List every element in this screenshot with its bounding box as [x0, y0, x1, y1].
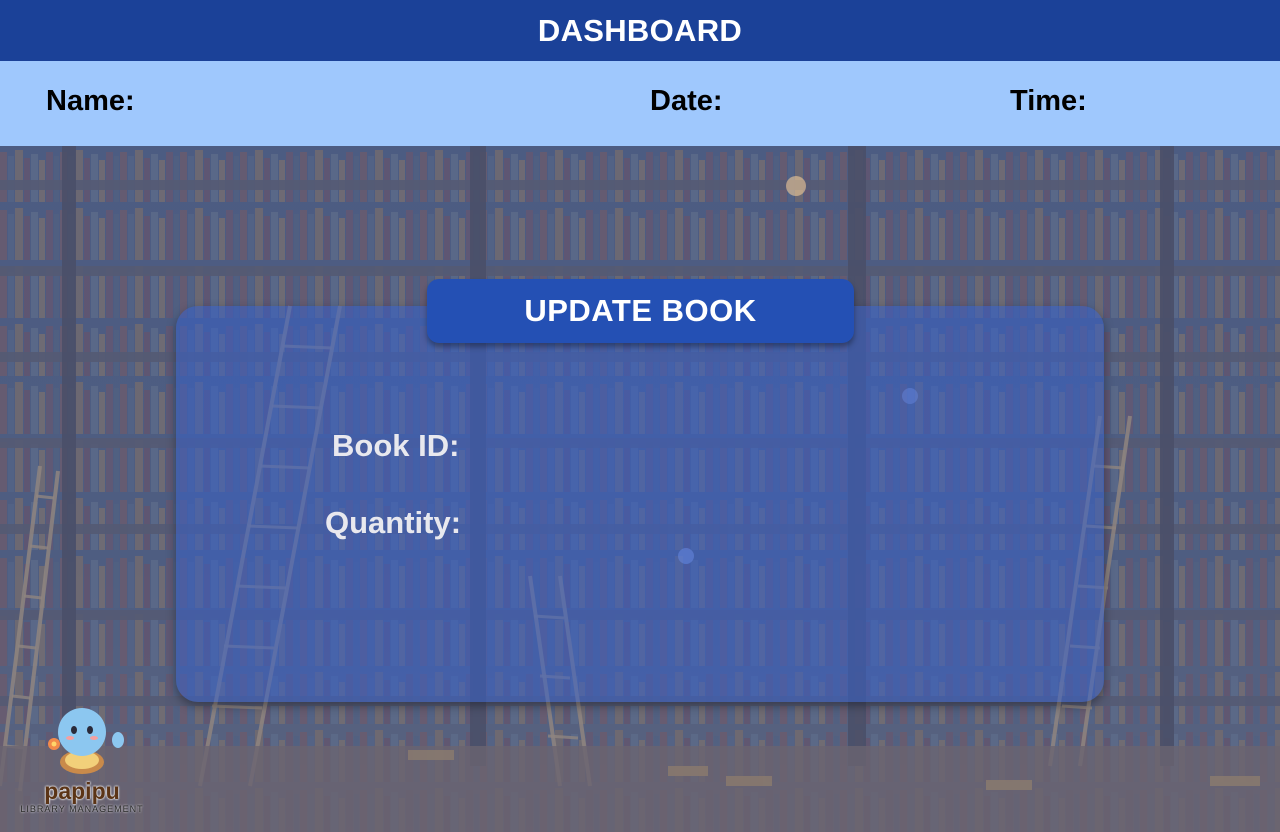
panel-title-text: UPDATE BOOK	[524, 293, 757, 328]
logo-subtitle: LIBRARY MANAGEMENT	[20, 804, 144, 814]
papipu-logo: papipu LIBRARY MANAGEMENT	[14, 700, 150, 820]
page-title: DASHBOARD	[537, 12, 743, 48]
book-id-label: Book ID:	[332, 428, 460, 463]
name-label: Name:	[46, 85, 135, 117]
turtle-mascot-icon	[48, 708, 124, 774]
user-info-bar: Name: Date: Time:	[0, 61, 1280, 146]
quantity-label: Quantity:	[325, 505, 462, 540]
logo-name: papipu	[44, 778, 120, 804]
dashboard-header: DASHBOARD	[0, 0, 1280, 61]
date-label: Date:	[650, 85, 723, 117]
time-label: Time:	[1010, 85, 1087, 117]
update-book-title: UPDATE BOOK	[427, 279, 854, 343]
update-book-panel: Book ID: Quantity:	[176, 306, 1104, 702]
